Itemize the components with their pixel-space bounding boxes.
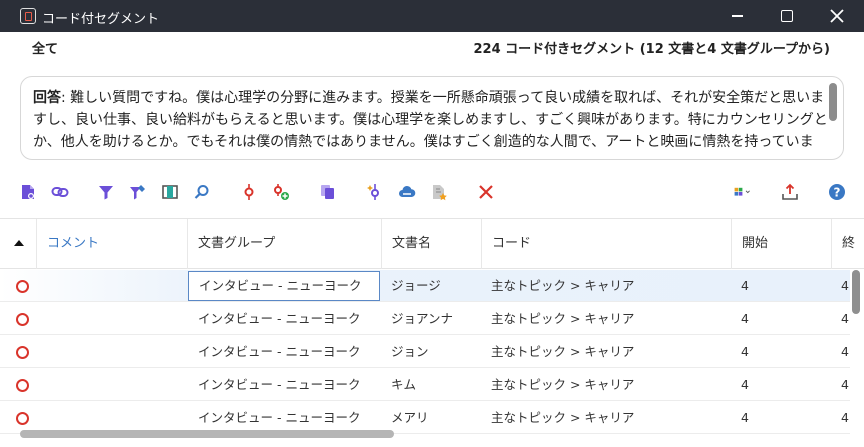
filter-edit-icon: [130, 185, 145, 200]
preview-scrollbar[interactable]: [829, 83, 837, 121]
minimize-icon: [731, 15, 743, 17]
preview-body: : 難しい質問ですね。僕は心理学の分野に進みます。授業を一所懸命頑張って良い成績…: [33, 90, 828, 150]
column-header-code[interactable]: コード: [481, 219, 731, 269]
cell-end[interactable]: 4: [831, 402, 850, 434]
cell-code[interactable]: 主なトピック > キャリア: [481, 369, 731, 401]
column-header-document-name[interactable]: 文書名: [381, 219, 481, 269]
toolbar: ?: [0, 178, 864, 206]
cell-start[interactable]: 4: [731, 270, 831, 302]
segment-color-ring-icon: [16, 379, 29, 392]
segments-table: コメント 文書グループ 文書名 コード 開始 終 インタビュー - ニューヨーク…: [0, 218, 864, 447]
add-code-icon: [274, 184, 289, 200]
table-row[interactable]: インタビュー - ニューヨーク ジョージ 主なトピック > キャリア 4 4: [0, 270, 850, 302]
delete-button[interactable]: [476, 182, 496, 202]
cloud-icon: [399, 185, 416, 197]
column-header-comment[interactable]: コメント: [36, 219, 187, 269]
sparkle-code-icon: [367, 184, 379, 200]
document-code-button[interactable]: [18, 182, 38, 202]
table-header: コメント 文書グループ 文書名 コード 開始 終: [0, 219, 864, 269]
segment-preview-text: 回答: 難しい質問ですね。僕は心理学の分野に進みます。授業を一所懸命頑張って良い…: [33, 87, 829, 155]
scope-label: 全て: [32, 42, 59, 57]
cell-document-name[interactable]: キム: [381, 369, 481, 401]
help-icon: ?: [829, 184, 845, 200]
search-button[interactable]: [192, 182, 212, 202]
cell-start[interactable]: 4: [731, 336, 831, 368]
maximize-button[interactable]: [764, 0, 810, 32]
table-row[interactable]: インタビュー - ニューヨーク ジョン 主なトピック > キャリア 4 4: [0, 336, 850, 368]
cell-start[interactable]: 4: [731, 369, 831, 401]
cell-document-name[interactable]: ジョアンナ: [381, 303, 481, 335]
preview-answer-label: 回答: [33, 90, 61, 106]
column-header-document-group[interactable]: 文書グループ: [187, 219, 381, 269]
copy-icon: [321, 185, 334, 199]
link-button[interactable]: [50, 182, 70, 202]
column-panel-button[interactable]: [160, 182, 180, 202]
cell-start[interactable]: 4: [731, 303, 831, 335]
app-icon: [20, 8, 36, 24]
upload-icon: [782, 183, 798, 200]
sort-ascending-icon: [14, 240, 24, 246]
cell-end[interactable]: 4: [831, 369, 850, 401]
add-code-button[interactable]: [271, 182, 291, 202]
table-vertical-scrollbar[interactable]: [852, 270, 860, 314]
cell-document-group[interactable]: インタビュー - ニューヨーク: [188, 336, 380, 368]
minimize-button[interactable]: [714, 0, 760, 32]
filter-edit-button[interactable]: [128, 182, 148, 202]
column-header-end[interactable]: 終: [831, 219, 864, 269]
cell-code[interactable]: 主なトピック > キャリア: [481, 336, 731, 368]
cloud-button[interactable]: [397, 182, 417, 202]
segment-count-label: 224 コード付きセグメント (12 文書と4 文書グループから): [473, 42, 830, 57]
cell-code[interactable]: 主なトピック > キャリア: [481, 270, 731, 302]
segment-color-ring-icon: [16, 313, 29, 326]
window-title: コード付セグメント: [42, 12, 160, 27]
filter-button[interactable]: [96, 182, 116, 202]
upload-button[interactable]: [780, 182, 800, 202]
export-grid-icon: [734, 187, 750, 196]
cell-document-group[interactable]: インタビュー - ニューヨーク: [188, 271, 380, 301]
cell-code[interactable]: 主なトピック > キャリア: [481, 303, 731, 335]
table-horizontal-scrollbar[interactable]: [20, 430, 394, 438]
title-bar: コード付セグメント: [0, 0, 864, 32]
export-grid-button[interactable]: [728, 182, 758, 202]
svg-text:?: ?: [834, 186, 841, 200]
sort-column-header[interactable]: [0, 219, 36, 269]
cell-document-name[interactable]: ジョージ: [381, 270, 481, 302]
document-code-icon: [22, 185, 34, 199]
cell-document-group[interactable]: インタビュー - ニューヨーク: [188, 369, 380, 401]
segment-color-ring-icon: [16, 346, 29, 359]
cell-end[interactable]: 4: [831, 270, 850, 302]
table-row[interactable]: インタビュー - ニューヨーク キム 主なトピック > キャリア 4 4: [0, 369, 850, 401]
cell-end[interactable]: 4: [831, 336, 850, 368]
help-button[interactable]: ?: [827, 182, 847, 202]
sparkle-code-button[interactable]: [365, 182, 385, 202]
segment-color-ring-icon: [16, 412, 29, 425]
cell-code[interactable]: 主なトピック > キャリア: [481, 402, 731, 434]
column-panel-icon: [162, 185, 178, 199]
segment-color-ring-icon: [16, 280, 29, 293]
close-icon: [830, 9, 844, 23]
cell-start[interactable]: 4: [731, 402, 831, 434]
document-star-icon: [433, 185, 447, 201]
copy-button[interactable]: [318, 182, 338, 202]
close-button[interactable]: [814, 0, 860, 32]
search-icon: [194, 185, 209, 199]
maximize-icon: [781, 10, 793, 22]
segment-preview: 回答: 難しい質問ですね。僕は心理学の分野に進みます。授業を一所懸命頑張って良い…: [20, 76, 844, 160]
code-pin-button[interactable]: [239, 182, 259, 202]
cell-document-name[interactable]: メアリ: [381, 402, 481, 434]
cell-document-name[interactable]: ジョン: [381, 336, 481, 368]
table-row[interactable]: インタビュー - ニューヨーク ジョアンナ 主なトピック > キャリア 4 4: [0, 303, 850, 335]
filter-icon: [99, 186, 113, 200]
cell-document-group[interactable]: インタビュー - ニューヨーク: [188, 303, 380, 335]
code-pin-icon: [244, 184, 254, 200]
link-chain-icon: [51, 187, 69, 197]
column-header-start[interactable]: 開始: [731, 219, 831, 269]
cell-end[interactable]: 4: [831, 303, 850, 335]
document-star-button[interactable]: [429, 182, 449, 202]
delete-x-icon: [479, 185, 493, 199]
